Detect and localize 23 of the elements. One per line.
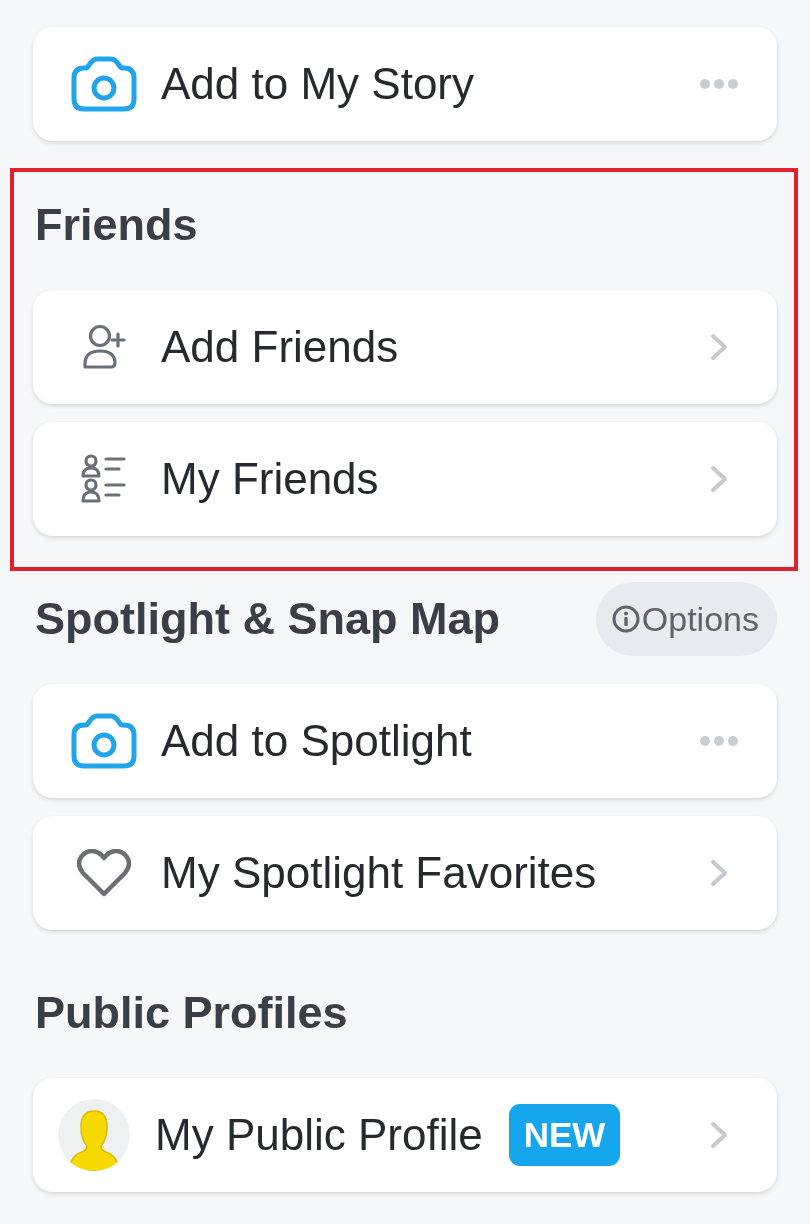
more-icon — [700, 79, 738, 89]
camera-icon — [71, 713, 137, 769]
menu-row[interactable]: My Public Profile NEW — [33, 1078, 777, 1192]
chevron-right-icon — [710, 333, 728, 361]
more-icon — [700, 736, 738, 746]
people-list-icon — [81, 454, 127, 504]
chevron-right-icon — [710, 1121, 728, 1149]
section-title: Friends — [35, 199, 198, 251]
menu-row[interactable]: My Friends — [33, 422, 777, 536]
chevron-right-icon — [710, 465, 728, 493]
menu-row[interactable]: Add Friends — [33, 290, 777, 404]
info-icon — [611, 605, 640, 633]
section-title: Public Profiles — [35, 987, 348, 1039]
options-button[interactable]: Options — [595, 582, 777, 656]
menu-row[interactable]: My Spotlight Favorites — [33, 816, 777, 930]
camera-icon — [71, 56, 137, 112]
menu-row[interactable]: Add to Spotlight — [33, 684, 777, 798]
chevron-right-icon — [710, 859, 728, 887]
menu-row[interactable]: Add to My Story — [33, 27, 777, 141]
new-badge: NEW — [508, 1104, 621, 1166]
section-title: Spotlight & Snap Map — [35, 593, 500, 645]
add-person-icon — [81, 324, 127, 370]
heart-icon — [77, 849, 131, 897]
